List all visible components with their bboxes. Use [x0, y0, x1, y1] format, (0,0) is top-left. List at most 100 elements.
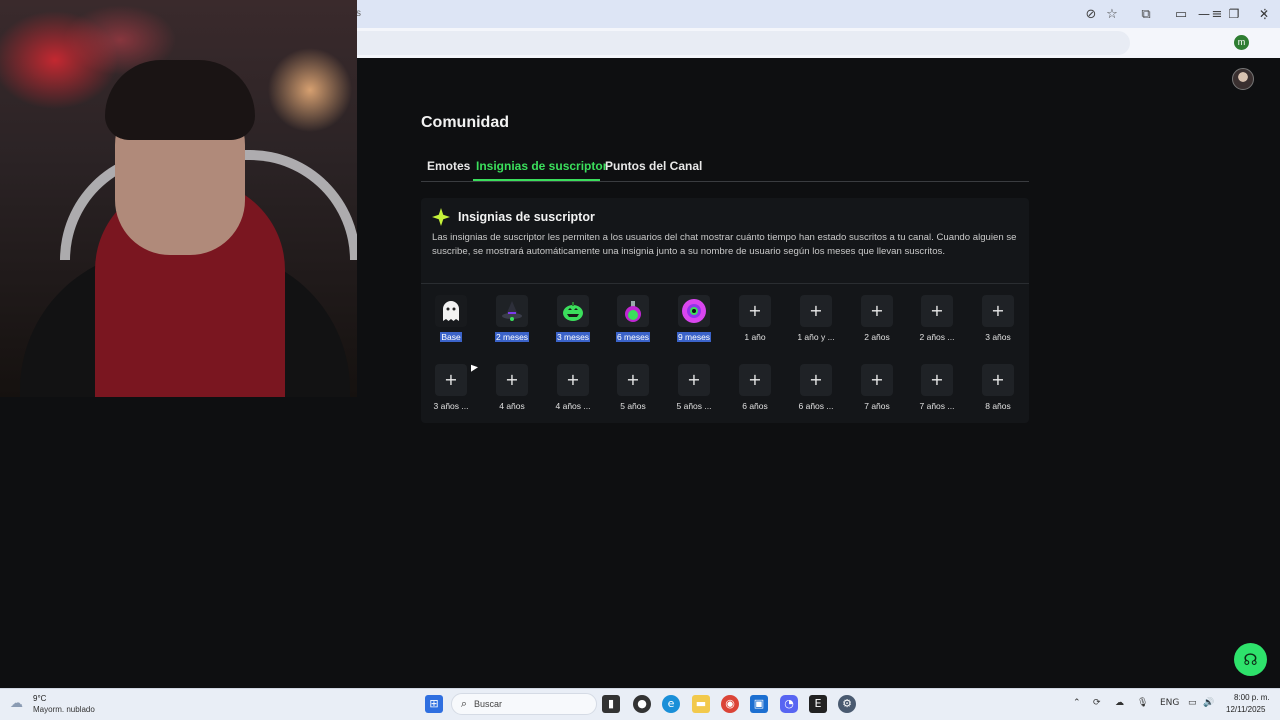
cloud-icon[interactable]: ☁ — [10, 696, 28, 711]
badge-slot-6-anos-y[interactable]: + 6 años ... — [786, 364, 846, 416]
onedrive-icon[interactable]: ☁ — [1115, 698, 1124, 708]
media-control-icon[interactable]: ≡ — [1208, 6, 1226, 24]
badge-slot-2-anos[interactable]: + 2 años — [847, 295, 907, 347]
discord-icon[interactable]: ◔ — [780, 695, 798, 713]
badge-label: 5 años — [620, 401, 646, 411]
badge-label: 2 años ... — [919, 332, 955, 342]
tab-channel-points[interactable]: Puntos del Canal — [605, 159, 702, 173]
plus-icon[interactable]: + — [678, 364, 710, 396]
badge-slot-1-ano[interactable]: + 1 año — [725, 295, 785, 347]
badge-slot-2-anos-y[interactable]: + 2 años ... — [907, 295, 967, 347]
plus-icon[interactable]: + — [800, 295, 832, 327]
tab-subscriber-badges[interactable]: Insignias de suscriptor — [476, 159, 607, 173]
badge-slot-5-anos[interactable]: + 5 años — [603, 364, 663, 416]
search-icon: ⌕ — [460, 697, 468, 710]
badge-slot-4-anos[interactable]: + 4 años — [482, 364, 542, 416]
plus-icon[interactable]: + — [435, 364, 467, 396]
badge-slot-1-ano-y[interactable]: + 1 año y ... — [786, 295, 846, 347]
volume-icon[interactable]: 🔊 — [1203, 698, 1214, 708]
edge-icon[interactable]: e — [662, 695, 680, 713]
badge-label: 8 años — [985, 401, 1011, 411]
microphone-icon[interactable]: 🎙 — [1137, 698, 1148, 708]
witch-hat-icon[interactable] — [496, 295, 528, 327]
plus-icon[interactable]: + — [982, 295, 1014, 327]
badge-label: Base — [440, 332, 462, 342]
search-placeholder: Buscar — [474, 699, 503, 709]
badge-label: 6 años — [742, 401, 768, 411]
badge-slot-6-anos[interactable]: + 6 años — [725, 364, 785, 416]
badge-slot-base[interactable]: Base — [421, 295, 481, 347]
obs-icon[interactable]: ● — [633, 695, 651, 713]
badge-label: 1 año y ... — [797, 332, 835, 342]
task-view-icon[interactable]: ▮ — [602, 695, 620, 713]
chrome-icon[interactable]: ◉ — [721, 695, 739, 713]
badge-slot-5-anos-y[interactable]: + 5 años ... — [664, 364, 724, 416]
community-tabs: Emotes Insignias de suscriptor Puntos de… — [421, 152, 1029, 182]
plus-icon[interactable]: + — [861, 364, 893, 396]
file-explorer-icon[interactable]: ▬ — [692, 695, 710, 713]
sync-icon[interactable]: ⟳ — [1093, 698, 1101, 708]
plus-icon[interactable]: + — [739, 295, 771, 327]
plus-icon[interactable]: + — [617, 364, 649, 396]
badge-slot-7-anos[interactable]: + 7 años — [847, 364, 907, 416]
language-indicator[interactable]: ENG — [1160, 698, 1179, 708]
plus-icon[interactable]: + — [800, 364, 832, 396]
clock-time[interactable]: 8:00 p. m. — [1234, 693, 1270, 702]
clock-date[interactable]: 12/11/2025 — [1226, 705, 1265, 714]
address-bar[interactable] — [330, 31, 1130, 55]
card-description: Las insignias de suscriptor les permiten… — [432, 232, 1017, 257]
plus-icon[interactable]: + — [982, 364, 1014, 396]
badge-label: 1 año — [744, 332, 766, 342]
badge-slot-3-meses[interactable]: 3 meses — [543, 295, 603, 347]
badge-slot-7-anos-y[interactable]: + 7 años ... — [907, 364, 967, 416]
badge-slot-8-anos[interactable]: + 8 años — [968, 364, 1028, 416]
profile-avatar[interactable]: m — [1234, 35, 1249, 50]
epic-games-icon[interactable]: E — [809, 695, 827, 713]
plus-icon[interactable]: + — [921, 364, 953, 396]
badge-slot-3-anos[interactable]: + 3 años — [968, 295, 1028, 347]
badge-slot-2-meses[interactable]: 2 meses — [482, 295, 542, 347]
start-windows-icon[interactable]: ⊞ — [425, 695, 443, 713]
badge-slot-9-meses[interactable]: 9 meses — [664, 295, 724, 347]
weather-temperature[interactable]: 9°C — [33, 694, 46, 703]
settings-gear-icon[interactable]: ⚙ — [838, 695, 856, 713]
badge-slot-6-meses[interactable]: 6 meses — [603, 295, 663, 347]
pumpkin-icon[interactable] — [557, 295, 589, 327]
plus-icon[interactable]: + — [739, 364, 771, 396]
support-chat-button[interactable]: ☊ — [1234, 643, 1267, 676]
badge-label: 2 años — [864, 332, 890, 342]
badge-label: 7 años — [864, 401, 890, 411]
tab-emotes[interactable]: Emotes — [427, 159, 470, 173]
eye-slash-icon[interactable]: ⊘ — [1082, 6, 1100, 24]
headset-icon: ☊ — [1243, 650, 1258, 669]
plus-icon[interactable]: + — [496, 364, 528, 396]
potion-icon[interactable] — [617, 295, 649, 327]
extensions-icon[interactable]: ⧉ — [1137, 6, 1155, 24]
badge-label: 7 años ... — [919, 401, 955, 411]
page-title: Comunidad — [421, 114, 509, 131]
ghost-icon[interactable] — [435, 295, 467, 327]
user-avatar[interactable] — [1232, 68, 1254, 90]
badge-label: 2 meses — [494, 332, 530, 342]
plus-icon[interactable]: + — [861, 295, 893, 327]
badge-label: 6 meses — [615, 332, 651, 342]
store-icon[interactable]: ▣ — [750, 695, 768, 713]
badge-label: 5 años ... — [676, 401, 712, 411]
network-icon[interactable]: ▭ — [1188, 698, 1197, 708]
webcam-overlay — [0, 0, 357, 397]
weather-description[interactable]: Mayorm. nublado — [33, 705, 95, 714]
plus-icon[interactable]: + — [557, 364, 589, 396]
chevron-up-icon[interactable]: ⌃ — [1073, 698, 1081, 708]
eye-icon[interactable] — [678, 295, 710, 327]
cast-icon[interactable]: ▭ — [1172, 6, 1190, 24]
bookmark-star-icon[interactable]: ☆ — [1103, 6, 1121, 24]
plus-icon[interactable]: + — [921, 295, 953, 327]
card-divider — [421, 283, 1029, 284]
webcam-hair — [105, 60, 255, 140]
sparkle-icon — [432, 208, 450, 226]
badge-slot-4-anos-y[interactable]: + 4 años ... — [543, 364, 603, 416]
menu-dots-icon[interactable]: ⋮ — [1256, 6, 1274, 24]
badge-label: 4 años ... — [555, 401, 591, 411]
badge-label: 9 meses — [676, 332, 712, 342]
badge-label: 3 años — [985, 332, 1011, 342]
